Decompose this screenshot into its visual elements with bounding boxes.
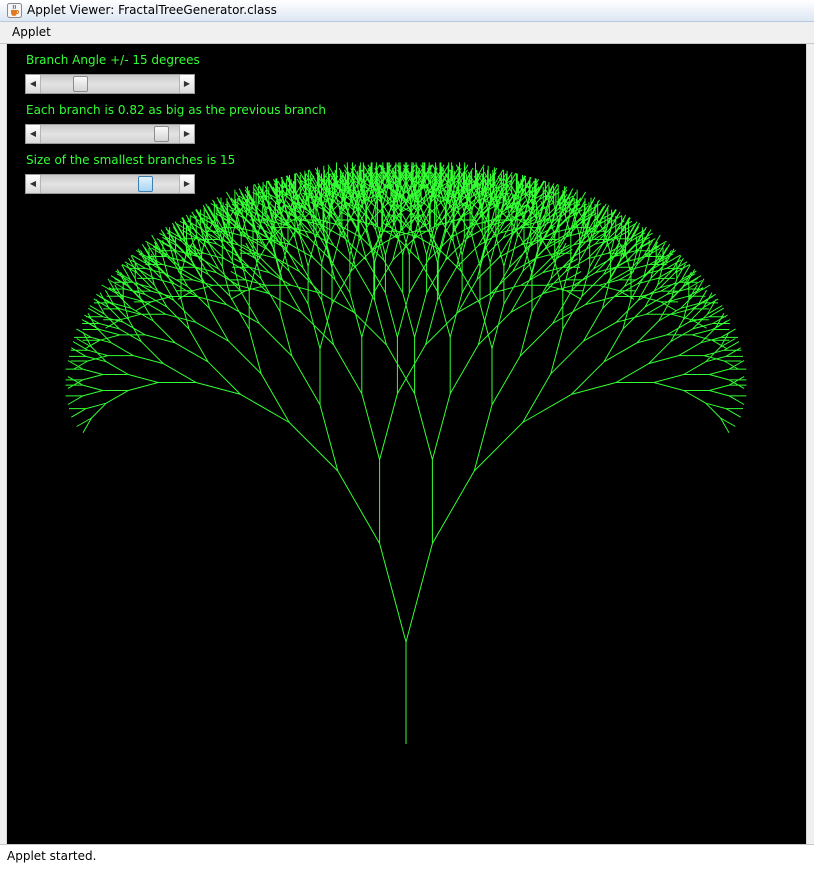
branch-angle-label: Branch Angle +/- 15 degrees [26, 53, 200, 67]
scroll-left-arrow-icon[interactable]: ◀ [26, 175, 41, 193]
window-title-bar: Applet Viewer: FractalTreeGenerator.clas… [0, 0, 814, 22]
min-branch-size-thumb[interactable] [138, 176, 154, 192]
branch-angle-scrollbar[interactable]: ◀ ▶ [25, 74, 195, 94]
min-branch-size-scrollbar[interactable]: ◀ ▶ [25, 174, 195, 194]
scroll-right-arrow-icon[interactable]: ▶ [179, 75, 194, 93]
window-frame-left [0, 44, 7, 844]
scroll-right-arrow-icon[interactable]: ▶ [179, 125, 194, 143]
java-cup-icon [7, 3, 22, 18]
tree-branches [65, 162, 747, 744]
scroll-left-arrow-icon[interactable]: ◀ [26, 125, 41, 143]
scroll-right-arrow-icon[interactable]: ▶ [179, 175, 194, 193]
menu-applet[interactable]: Applet [9, 25, 54, 39]
branch-angle-thumb[interactable] [72, 76, 88, 92]
status-text: Applet started. [7, 849, 97, 863]
menu-bar: Applet [0, 22, 814, 44]
window-title: Applet Viewer: FractalTreeGenerator.clas… [27, 3, 277, 17]
scroll-left-arrow-icon[interactable]: ◀ [26, 75, 41, 93]
branch-ratio-thumb[interactable] [154, 126, 170, 142]
status-bar: Applet started. [0, 844, 814, 869]
min-branch-size-label: Size of the smallest branches is 15 [26, 153, 236, 167]
window-frame-right [806, 44, 814, 844]
applet-canvas: Branch Angle +/- 15 degrees ◀ ▶ Each bra… [7, 44, 806, 844]
branch-ratio-scrollbar[interactable]: ◀ ▶ [25, 124, 195, 144]
branch-ratio-label: Each branch is 0.82 as big as the previo… [26, 103, 326, 117]
